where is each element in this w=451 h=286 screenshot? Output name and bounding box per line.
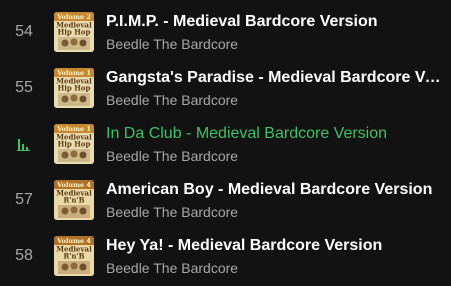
track-number: 58 (15, 247, 33, 264)
album-cover[interactable]: Volume 2 Medieval Hip Hop (54, 12, 94, 52)
svg-text:Hip Hop: Hip Hop (58, 28, 91, 37)
album-cover[interactable]: Volume 1 Medieval Hip Hop (54, 124, 94, 164)
svg-text:R'n'B: R'n'B (63, 252, 84, 261)
track-artist[interactable]: Beedle The Bardcore (106, 203, 451, 221)
track-artist[interactable]: Beedle The Bardcore (106, 147, 451, 165)
track-artist[interactable]: Beedle The Bardcore (106, 91, 451, 109)
track-title[interactable]: Gangsta's Paradise - Medieval Bardcore V… (106, 68, 451, 88)
track-title[interactable]: P.I.M.P. - Medieval Bardcore Version (106, 12, 451, 32)
track-number: 54 (15, 23, 33, 40)
track-title[interactable]: In Da Club - Medieval Bardcore Version (106, 124, 451, 144)
track-artist[interactable]: Beedle The Bardcore (106, 259, 451, 277)
album-cover[interactable]: Volume 4 Medieval R'n'B (54, 180, 94, 220)
track-row-playing[interactable]: Volume 1 Medieval Hip Hop In Da Club - M… (0, 116, 451, 172)
svg-text:Hip Hop: Hip Hop (58, 84, 91, 93)
svg-text:R'n'B: R'n'B (63, 196, 84, 205)
track-row[interactable]: 57 Volume 4 Medieval R'n'B American Boy … (0, 172, 451, 228)
track-title[interactable]: American Boy - Medieval Bardcore Version (106, 180, 451, 200)
svg-text:Hip Hop: Hip Hop (58, 140, 91, 149)
track-artist[interactable]: Beedle The Bardcore (106, 35, 451, 53)
track-row[interactable]: 55 Volume 1 Medieval Hip Hop Gangsta's P… (0, 60, 451, 116)
album-cover[interactable]: Volume 4 Medieval R'n'B (54, 236, 94, 276)
track-number: 55 (15, 79, 33, 96)
track-row[interactable]: 54 Volume 2 Medieval Hip Hop P.I.M.P. - … (0, 4, 451, 60)
track-list: 54 Volume 2 Medieval Hip Hop P.I.M.P. - … (0, 0, 451, 286)
track-number: 57 (15, 191, 33, 208)
equalizer-icon (0, 137, 54, 151)
album-cover[interactable]: Volume 1 Medieval Hip Hop (54, 68, 94, 108)
track-title[interactable]: Hey Ya! - Medieval Bardcore Version (106, 236, 451, 256)
track-row[interactable]: 58 Volume 4 Medieval R'n'B Hey Ya! - Med… (0, 228, 451, 284)
